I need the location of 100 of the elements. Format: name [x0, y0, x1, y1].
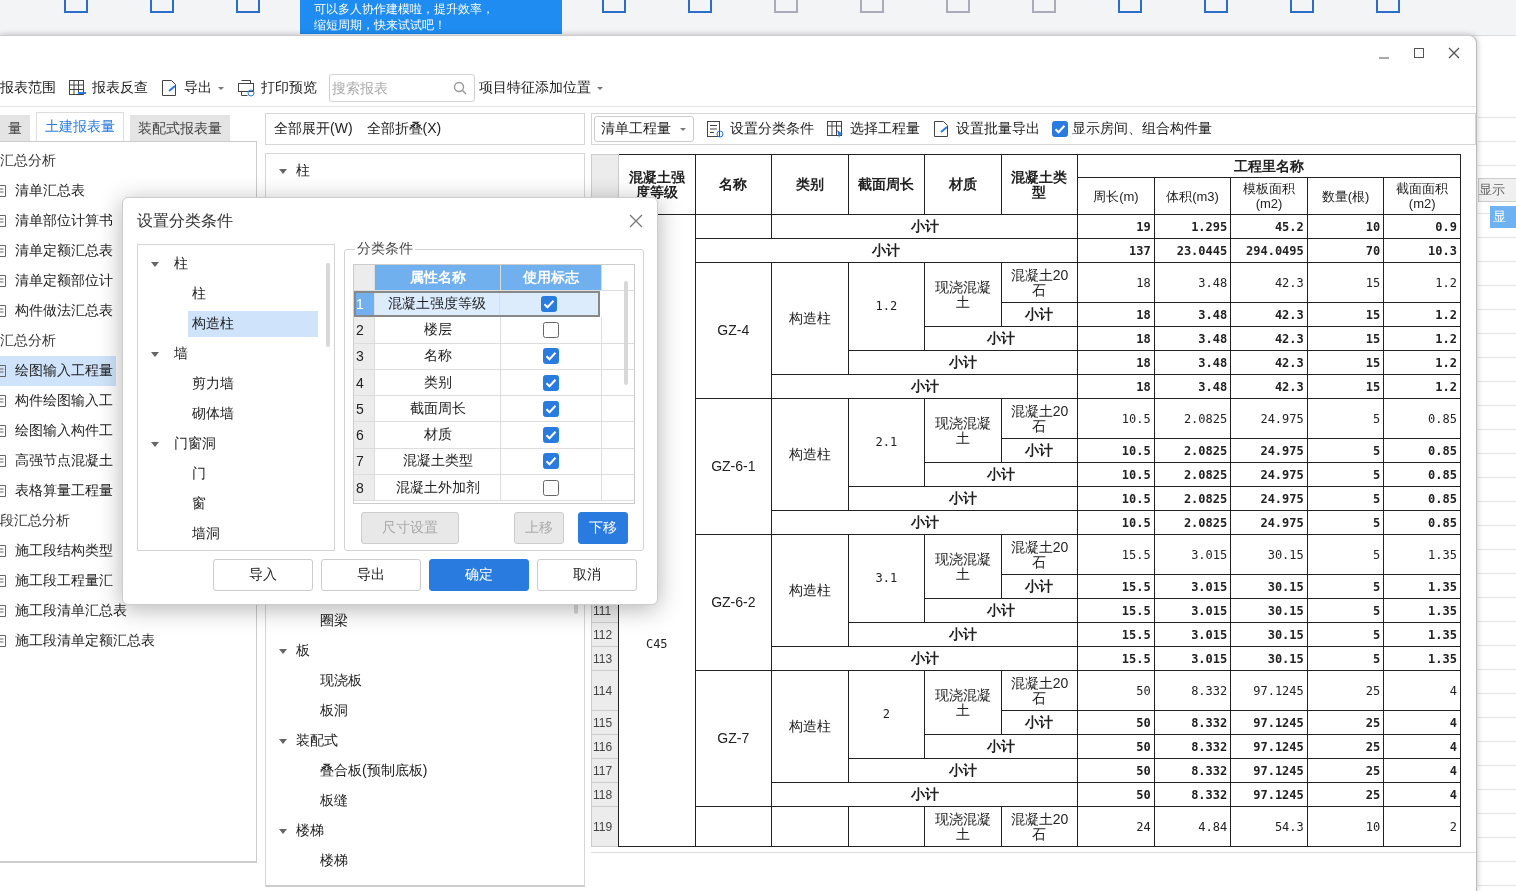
- list-item[interactable]: 施工段结构类型: [0, 536, 116, 566]
- expand-button[interactable]: 全部展开(W): [274, 120, 353, 138]
- toolbar-button[interactable]: 报表反查: [68, 78, 148, 98]
- tree-item[interactable]: 板缝: [320, 792, 348, 810]
- toolbar-button[interactable]: 选择工程量: [826, 119, 920, 139]
- list-item[interactable]: 绘图输入工程量: [0, 356, 116, 386]
- grid-row[interactable]: 7 混凝土类型: [354, 448, 634, 476]
- toolbar-button[interactable]: 报表范围: [0, 79, 56, 97]
- tree-item[interactable]: 圈梁: [320, 612, 348, 630]
- list-item[interactable]: 绘图输入构件工: [0, 416, 116, 446]
- list-item[interactable]: 构件绘图输入工: [0, 386, 116, 416]
- checkbox[interactable]: [543, 479, 559, 496]
- checked-checkbox[interactable]: [543, 427, 559, 444]
- row-number: 113: [591, 646, 619, 671]
- tree-item[interactable]: 楼梯: [320, 852, 348, 870]
- scrollbar[interactable]: [326, 263, 330, 347]
- section-label: 段汇总分析: [0, 512, 70, 530]
- dialog-button[interactable]: 导出: [321, 559, 421, 591]
- tree-item[interactable]: 构造柱: [188, 311, 318, 337]
- tree-item[interactable]: 门窗洞: [170, 433, 220, 455]
- document-icon: [0, 484, 8, 498]
- scrollbar[interactable]: [624, 281, 628, 385]
- table-cell: 15.5: [1077, 598, 1155, 623]
- checked-checkbox[interactable]: [543, 453, 559, 470]
- tree-item[interactable]: 柱: [188, 281, 210, 307]
- tree-item[interactable]: 板: [296, 642, 310, 660]
- list-item[interactable]: 施工段清单定额汇总表: [0, 626, 158, 656]
- checked-checkbox[interactable]: [541, 295, 558, 312]
- grid-row[interactable]: 6 材质: [354, 422, 634, 449]
- table-cell: 42.3: [1230, 262, 1308, 303]
- table-cell: 1.35: [1383, 534, 1461, 575]
- expand-button[interactable]: 全部折叠(X): [366, 120, 442, 138]
- grid-row[interactable]: 2 楼层: [354, 317, 634, 344]
- caret-icon[interactable]: [278, 826, 288, 836]
- caret-icon[interactable]: [150, 349, 160, 359]
- grid-row[interactable]: 8 混凝土外加剂: [354, 475, 634, 502]
- table-cell: 24.975: [1230, 510, 1308, 535]
- table-cell: 97.1245: [1230, 782, 1308, 807]
- row-number: 6: [354, 422, 374, 448]
- tree-item[interactable]: 窗: [188, 491, 210, 517]
- dropdown-button[interactable]: 项目特征添加位置: [479, 79, 604, 97]
- list-item[interactable]: 清单汇总表: [0, 176, 88, 206]
- list-item[interactable]: 构件做法汇总表: [0, 296, 116, 326]
- dropdown[interactable]: 清单工程量: [594, 116, 694, 142]
- tree-item[interactable]: 剪力墙: [188, 371, 238, 397]
- grid-row[interactable]: 4 类别: [354, 369, 634, 397]
- close-icon[interactable]: [1448, 47, 1460, 59]
- column-header: 工程里名称: [1077, 154, 1461, 178]
- list-item[interactable]: 高强节点混凝土: [0, 446, 116, 476]
- caret-icon[interactable]: [278, 736, 288, 746]
- search-field[interactable]: 搜索报表: [329, 74, 475, 102]
- tree-item[interactable]: 柱: [170, 253, 192, 275]
- table-cell: 24.975: [1230, 486, 1308, 511]
- checked-checkbox[interactable]: [543, 374, 559, 391]
- caret-icon[interactable]: [150, 259, 160, 269]
- dialog-button[interactable]: 取消: [537, 559, 637, 591]
- tree-item[interactable]: 现浇板: [320, 672, 362, 690]
- grid-row[interactable]: 1 混凝土强度等级: [354, 291, 600, 318]
- toolbar-button[interactable]: 打印预览: [237, 78, 317, 98]
- tree-item[interactable]: 门: [188, 461, 210, 487]
- close-icon[interactable]: [629, 214, 643, 228]
- list-item[interactable]: 表格算量工程量: [0, 476, 116, 506]
- checkbox[interactable]: [543, 321, 559, 338]
- maximize-icon[interactable]: [1413, 47, 1425, 59]
- tree-item[interactable]: 板洞: [320, 702, 348, 720]
- tree-item[interactable]: 砌体墙: [188, 401, 238, 427]
- tab[interactable]: 装配式报表量: [130, 115, 230, 141]
- toolbar-button[interactable]: 导出: [160, 78, 225, 98]
- checked-checkbox[interactable]: [1052, 121, 1068, 137]
- caret-icon[interactable]: [150, 439, 160, 449]
- list-item[interactable]: 清单定额部位计: [0, 266, 116, 296]
- grid-row[interactable]: 3 名称: [354, 343, 634, 370]
- table-cell: 5: [1307, 486, 1384, 511]
- toolbar-button[interactable]: 设置批量导出: [932, 119, 1040, 139]
- tree-item[interactable]: 墙洞: [188, 521, 224, 547]
- table-cell: 15.5: [1077, 622, 1155, 647]
- dialog-button[interactable]: 下移: [578, 512, 628, 544]
- grid-row[interactable]: 5 截面周长: [354, 396, 634, 423]
- list-item[interactable]: 施工段工程量汇: [0, 566, 116, 596]
- tree-item[interactable]: 装配式: [296, 732, 338, 750]
- tree-item[interactable]: 柱: [296, 162, 310, 180]
- list-item[interactable]: 施工段清单汇总表: [0, 596, 130, 626]
- checked-checkbox[interactable]: [543, 348, 559, 365]
- list-item[interactable]: 清单定额汇总表: [0, 236, 116, 266]
- side-tab[interactable]: 显示: [1478, 178, 1516, 202]
- checked-checkbox[interactable]: [543, 400, 559, 417]
- caret-icon[interactable]: [278, 646, 288, 656]
- tab[interactable]: 量: [0, 115, 30, 141]
- list-item[interactable]: 清单部位计算书: [0, 206, 116, 236]
- tab[interactable]: 土建报表量: [36, 112, 124, 141]
- tree-item[interactable]: 楼梯: [296, 822, 324, 840]
- table-cell: 10.5: [1077, 438, 1155, 463]
- caret-icon[interactable]: [278, 166, 288, 176]
- tree-item[interactable]: 墙: [170, 343, 192, 365]
- export-icon: [160, 78, 179, 98]
- toolbar-button[interactable]: 设置分类条件: [706, 119, 814, 139]
- dialog-button[interactable]: 确定: [429, 559, 529, 591]
- tree-item[interactable]: 叠合板(预制底板): [320, 762, 428, 780]
- dialog-button[interactable]: 导入: [213, 559, 313, 591]
- checkbox-label[interactable]: 显示房间、组合构件量: [1072, 120, 1212, 138]
